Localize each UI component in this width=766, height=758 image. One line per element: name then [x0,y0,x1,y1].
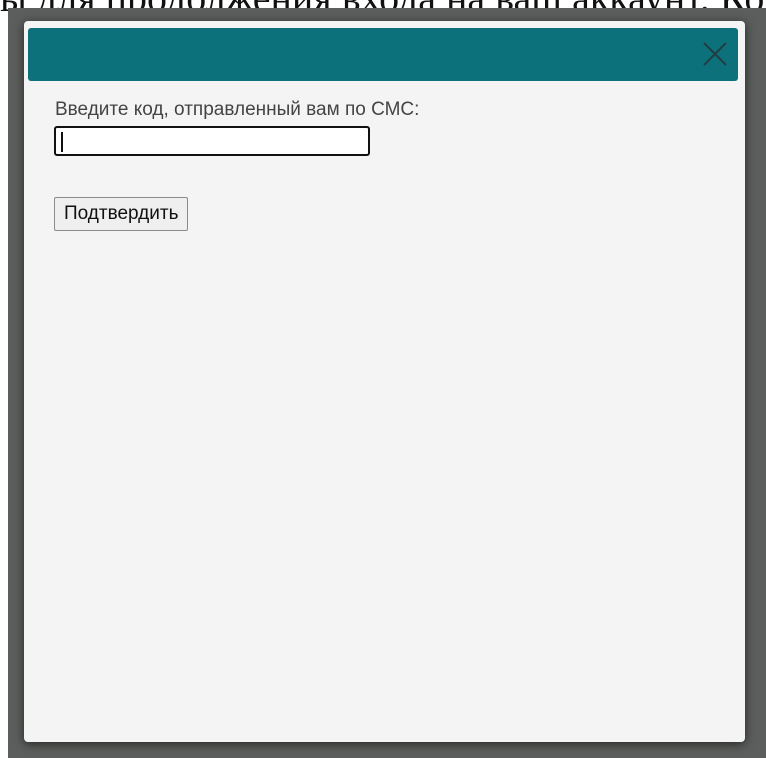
confirm-button[interactable]: Подтвердить [54,197,189,231]
sms-code-input[interactable] [54,126,370,156]
sms-code-dialog: Введите код, отправленный вам по СМС: По… [24,21,745,742]
sms-code-prompt: Введите код, отправленный вам по СМС: [55,99,420,120]
text-caret [61,132,63,152]
close-button[interactable] [702,41,728,67]
dialog-titlebar [28,28,738,81]
close-icon [703,42,727,66]
